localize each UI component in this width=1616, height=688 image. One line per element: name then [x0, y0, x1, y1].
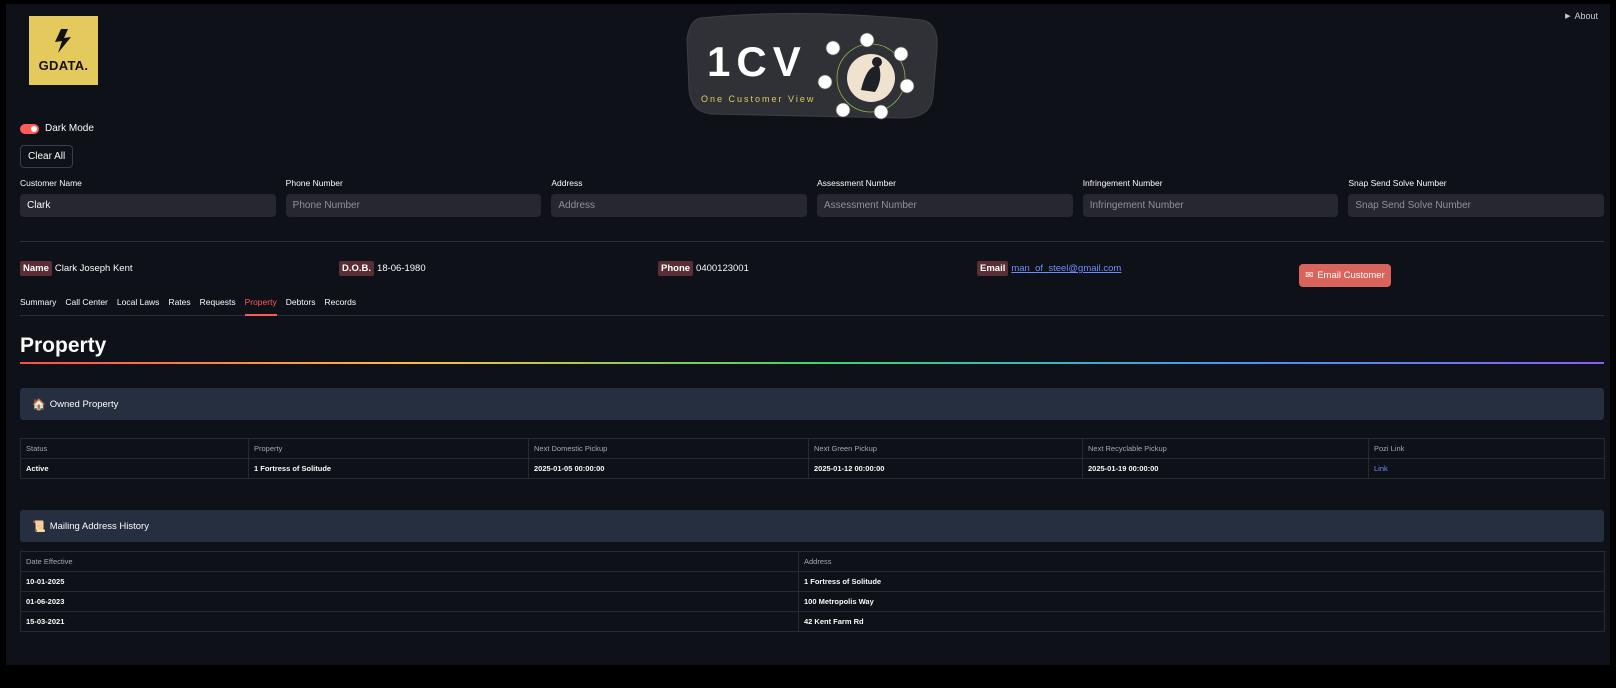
- assessment-number-input[interactable]: [817, 194, 1073, 217]
- owned-property-header[interactable]: 🏠 Owned Property: [20, 388, 1604, 420]
- mailing-history-table: Date Effective Address 10-01-2025 1 Fort…: [20, 551, 1605, 632]
- customer-name-value: Clark Joseph Kent: [54, 263, 133, 274]
- tab-summary[interactable]: Summary: [20, 297, 56, 315]
- customer-dob-info: D.O.B. 18-06-1980: [339, 261, 426, 276]
- phone-number-field: Phone Number: [285, 178, 542, 217]
- onecv-logo: 1CV One Customer View: [686, 12, 938, 120]
- date-cell: 10-01-2025: [20, 571, 799, 592]
- tab-rates[interactable]: Rates: [168, 297, 190, 315]
- snap-send-solve-input[interactable]: [1348, 194, 1605, 217]
- address-cell: 1 Fortress of Solitude: [798, 571, 1605, 592]
- pozi-link-cell: Link: [1368, 458, 1605, 479]
- date-cell: 01-06-2023: [20, 591, 799, 612]
- infringement-number-field: Infringement Number: [1082, 178, 1339, 217]
- customer-dob-value: 18-06-1980: [377, 263, 426, 274]
- scroll-icon: 📜: [32, 520, 46, 533]
- mailing-history-heading: Mailing Address History: [49, 520, 149, 532]
- customer-phone-info: Phone 0400123001: [658, 261, 749, 276]
- status-cell: Active: [20, 458, 249, 479]
- snap-send-solve-label: Snap Send Solve Number: [1348, 178, 1447, 188]
- tab-local-laws[interactable]: Local Laws: [117, 297, 160, 315]
- date-cell: 15-03-2021: [20, 611, 799, 632]
- property-cell: 1 Fortress of Solitude: [248, 458, 529, 479]
- column-header[interactable]: Pozi Link: [1368, 438, 1605, 459]
- pozi-link[interactable]: Link: [1374, 464, 1388, 473]
- column-header[interactable]: Next Recyclable Pickup: [1082, 438, 1369, 459]
- gdata-logo: GDATA.: [29, 16, 98, 85]
- tab-property[interactable]: Property: [244, 297, 277, 316]
- title-divider: [20, 362, 1604, 364]
- onecv-subtitle: One Customer View: [701, 94, 815, 104]
- email-customer-button[interactable]: ✉ Email Customer: [1299, 264, 1391, 287]
- infringement-number-label: Infringement Number: [1082, 178, 1163, 188]
- owned-property-heading: Owned Property: [49, 398, 119, 410]
- house-icon: 🏠: [32, 398, 46, 411]
- email-customer-label: Email Customer: [1317, 270, 1385, 281]
- name-chip: Name: [20, 261, 52, 276]
- assessment-number-label: Assessment Number: [817, 178, 896, 188]
- clear-all-button[interactable]: Clear All: [20, 145, 74, 168]
- dark-mode-toggle[interactable]: [20, 123, 39, 134]
- address-input[interactable]: [551, 194, 808, 217]
- table-header-row: Date Effective Address: [20, 551, 1605, 572]
- customer-name-field: Customer Name: [20, 178, 276, 217]
- column-header[interactable]: Address: [798, 551, 1605, 572]
- column-header[interactable]: Status: [20, 438, 249, 459]
- dark-mode-label: Dark Mode: [45, 123, 94, 134]
- address-cell: 42 Kent Farm Rd: [798, 611, 1605, 632]
- address-label: Address: [551, 178, 583, 188]
- snap-send-solve-field: Snap Send Solve Number: [1348, 178, 1605, 217]
- phone-number-label: Phone Number: [285, 178, 343, 188]
- table-row: Active 1 Fortress of Solitude 2025-01-05…: [20, 458, 1605, 479]
- tab-call-center[interactable]: Call Center: [65, 297, 108, 315]
- phone-chip: Phone: [658, 261, 694, 276]
- green-pickup-cell: 2025-01-12 00:00:00: [808, 458, 1083, 479]
- column-header[interactable]: Next Green Pickup: [808, 438, 1083, 459]
- dob-chip: D.O.B.: [339, 261, 375, 276]
- recyclable-pickup-cell: 2025-01-19 00:00:00: [1082, 458, 1369, 479]
- triangle-right-icon: ▶: [1565, 13, 1571, 20]
- envelope-icon: ✉: [1305, 270, 1314, 281]
- tab-debtors[interactable]: Debtors: [286, 297, 316, 315]
- customer-name-label: Customer Name: [20, 178, 82, 188]
- about-menu[interactable]: ▶ About: [1565, 11, 1598, 21]
- customer-info-row: Name Clark Joseph Kent D.O.B. 18-06-1980…: [20, 261, 1604, 287]
- customer-email-link[interactable]: man_of_steel@gmail.com: [1011, 263, 1121, 274]
- app-container: ▶ About GDATA. 1CV One Customer View Dar…: [6, 4, 1610, 665]
- tab-requests[interactable]: Requests: [200, 297, 236, 315]
- page-title: Property: [20, 334, 107, 357]
- column-header[interactable]: Date Effective: [20, 551, 799, 572]
- table-row: 10-01-2025 1 Fortress of Solitude: [20, 571, 1605, 592]
- dark-mode-row: Dark Mode: [20, 123, 94, 134]
- email-chip: Email: [977, 261, 1009, 276]
- address-cell: 100 Metropolis Way: [798, 591, 1605, 612]
- phone-number-input[interactable]: [285, 194, 542, 217]
- customer-name-info: Name Clark Joseph Kent: [20, 261, 133, 276]
- tab-records[interactable]: Records: [324, 297, 356, 315]
- mailing-history-header[interactable]: 📜 Mailing Address History: [20, 510, 1604, 542]
- divider: [20, 241, 1604, 242]
- onecv-title: 1CV: [707, 38, 807, 85]
- gdata-logo-text: GDATA.: [38, 58, 89, 73]
- table-header-row: Status Property Next Domestic Pickup Nex…: [20, 438, 1605, 459]
- infringement-number-input[interactable]: [1082, 194, 1339, 217]
- tab-bar: Summary Call Center Local Laws Rates Req…: [20, 297, 1604, 316]
- domestic-pickup-cell: 2025-01-05 00:00:00: [528, 458, 809, 479]
- table-row: 15-03-2021 42 Kent Farm Rd: [20, 611, 1605, 632]
- column-header[interactable]: Next Domestic Pickup: [528, 438, 809, 459]
- address-field: Address: [551, 178, 808, 217]
- lightning-icon: [54, 29, 71, 53]
- search-fields: Customer Name Phone Number Address Asses…: [20, 178, 1605, 217]
- customer-name-input[interactable]: [20, 194, 276, 217]
- owned-property-table: Status Property Next Domestic Pickup Nex…: [20, 438, 1605, 479]
- customer-phone-value: 0400123001: [696, 263, 749, 274]
- about-label: About: [1574, 11, 1598, 21]
- assessment-number-field: Assessment Number: [817, 178, 1073, 217]
- table-row: 01-06-2023 100 Metropolis Way: [20, 591, 1605, 612]
- column-header[interactable]: Property: [248, 438, 529, 459]
- customer-email-info: Email man_of_steel@gmail.com: [977, 261, 1121, 276]
